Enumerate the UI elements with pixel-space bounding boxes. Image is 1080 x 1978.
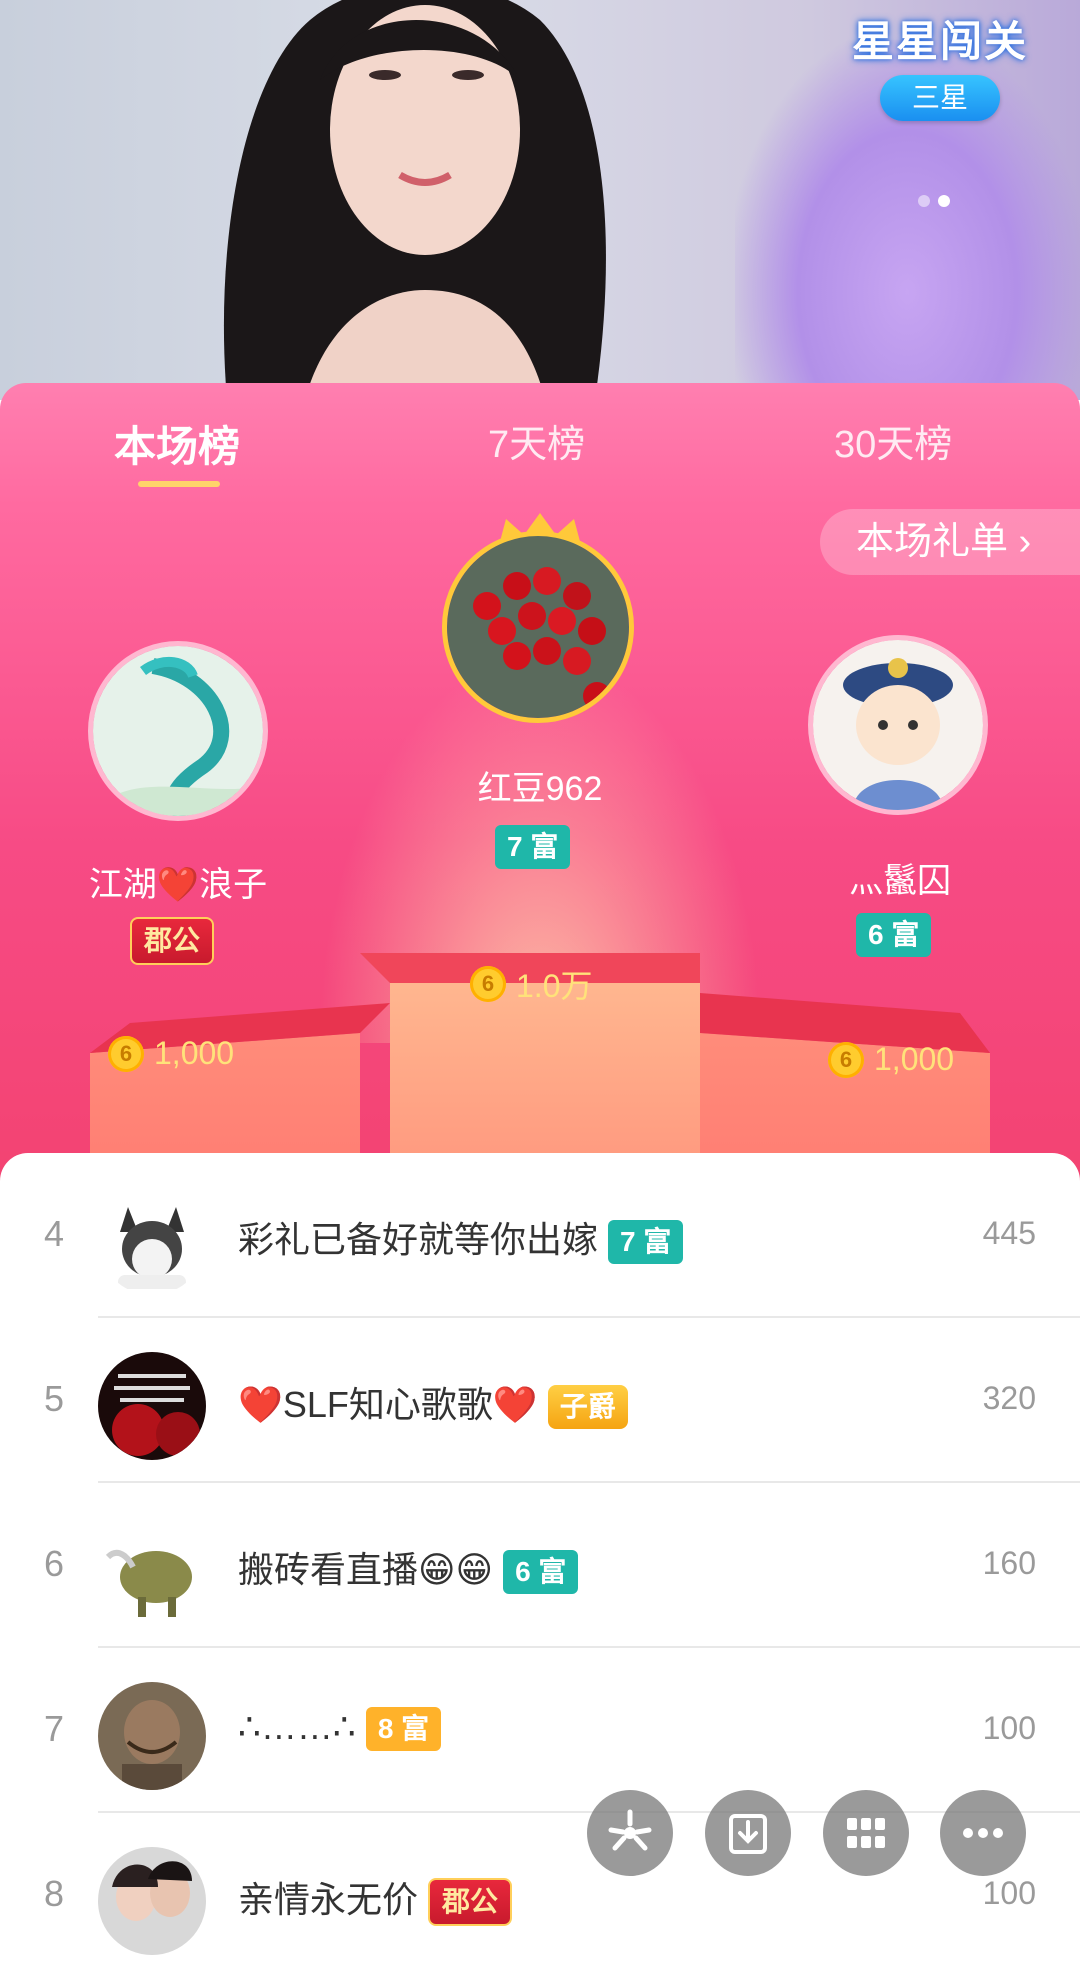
streamer-image xyxy=(223,0,606,400)
dragon-image xyxy=(93,646,263,816)
couple-photo-image xyxy=(98,1847,206,1955)
avatar[interactable] xyxy=(98,1352,206,1460)
rank-2-score-value: 1,000 xyxy=(154,1035,235,1072)
list-user: ❤️SLF知心歌歌❤️ 子爵 xyxy=(238,1376,628,1430)
tab-7-days[interactable]: 7天榜 xyxy=(488,413,585,468)
tab-30-days[interactable]: 30天榜 xyxy=(834,413,952,468)
menu-grid-button[interactable] xyxy=(823,1790,909,1876)
list-username[interactable]: 搬砖看直播😁😁 xyxy=(238,1549,493,1590)
wealth-badge: 7 富 xyxy=(608,1220,684,1265)
list-value: 100 xyxy=(982,1710,1036,1746)
list-item[interactable]: 5 ❤️SLF知心歌歌❤️ 子爵 320 xyxy=(0,1318,1080,1483)
avatar[interactable] xyxy=(98,1847,206,1955)
download-icon xyxy=(729,1814,767,1854)
list-username[interactable]: 彩礼已备好就等你出嫁 xyxy=(238,1219,598,1260)
wealth-badge: 6 富 xyxy=(503,1550,579,1595)
rank-3-score: 6 1,000 xyxy=(828,1039,954,1078)
ranking-tabs: 本场榜 7天榜 30天榜 xyxy=(0,383,1080,511)
list-item[interactable]: 7 ∴……∴ 8 富 100 xyxy=(0,1648,1080,1813)
game-badge[interactable]: 星星闯关 三星 xyxy=(845,8,1035,121)
coin-icon: 6 xyxy=(828,1041,864,1078)
red-beans-image xyxy=(447,536,629,718)
list-value: 100 xyxy=(982,1875,1036,1911)
list-rank: 8 xyxy=(44,1873,65,1914)
avatar[interactable] xyxy=(98,1517,206,1625)
rose-text-image xyxy=(98,1352,206,1460)
coin-icon: 6 xyxy=(470,966,506,1002)
live-video[interactable]: 星星闯关 三星 xyxy=(0,0,1080,400)
share-icon xyxy=(608,1809,652,1851)
noble-badge: 子爵 xyxy=(547,1385,628,1430)
list-username[interactable]: 亲情永无价 xyxy=(238,1879,418,1920)
avatar[interactable] xyxy=(98,1682,206,1790)
avatar-rank-3[interactable] xyxy=(808,635,988,815)
game-badge-star: 三星 xyxy=(880,75,1000,121)
list-user: 亲情永无价 郡公 xyxy=(238,1871,513,1927)
rank-2-score: 6 1,000 xyxy=(108,1033,234,1072)
carousel-indicator xyxy=(918,194,958,212)
gift-list-button[interactable]: 本场礼单 › xyxy=(820,509,1080,575)
list-rank: 5 xyxy=(44,1378,65,1419)
list-rank: 7 xyxy=(44,1708,65,1749)
share-button[interactable] xyxy=(587,1790,673,1876)
list-value: 445 xyxy=(982,1215,1036,1251)
rank-1-score-value: 1.0万 xyxy=(516,968,593,1004)
cartoon-official-image xyxy=(813,640,983,810)
pager-dot xyxy=(918,195,930,207)
rank-1-name[interactable]: 红豆962 xyxy=(390,761,690,810)
noble-badge: 郡公 xyxy=(428,1878,513,1927)
list-user: 彩礼已备好就等你出嫁 7 富 xyxy=(238,1211,684,1265)
ranking-list[interactable]: 4 彩礼已备好就等你出嫁 7 富 445 5 ❤️SLF知心歌歌❤️ 子爵 32… xyxy=(0,1153,1080,1955)
grid-icon xyxy=(847,1818,885,1848)
pager-dot-active xyxy=(938,195,950,207)
rank-1-score: 6 1.0万 xyxy=(470,961,593,1007)
tab-this-session[interactable]: 本场榜 xyxy=(114,413,240,474)
avatar[interactable] xyxy=(98,1187,206,1295)
download-button[interactable] xyxy=(705,1790,791,1876)
rank-3-score-value: 1,000 xyxy=(874,1041,955,1078)
list-item[interactable]: 6 搬砖看直播😁😁 6 富 160 xyxy=(0,1483,1080,1648)
list-value: 160 xyxy=(982,1545,1036,1581)
list-item[interactable]: 4 彩礼已备好就等你出嫁 7 富 445 xyxy=(0,1153,1080,1318)
avatar-rank-1[interactable] xyxy=(442,531,634,723)
coin-icon: 6 xyxy=(108,1035,144,1072)
list-rank: 6 xyxy=(44,1543,65,1584)
list-user: 搬砖看直播😁😁 6 富 xyxy=(238,1541,579,1595)
more-icon xyxy=(963,1828,1003,1838)
active-tab-indicator xyxy=(138,481,220,487)
list-item[interactable]: 8 亲情永无价 郡公 100 xyxy=(0,1813,1080,1978)
avatar-rank-2[interactable] xyxy=(88,641,268,821)
husky-image xyxy=(98,1187,206,1295)
bull-figure-image xyxy=(98,1517,206,1625)
list-user: ∴……∴ 8 富 xyxy=(238,1706,442,1752)
wealth-badge: 8 富 xyxy=(365,1707,442,1752)
list-value: 320 xyxy=(982,1380,1036,1416)
list-username[interactable]: ∴……∴ xyxy=(238,1706,356,1747)
game-badge-title: 星星闯关 xyxy=(851,17,1028,66)
more-button[interactable] xyxy=(940,1790,1026,1876)
child-photo-image xyxy=(98,1682,206,1790)
rank-1-wealth-badge: 7 富 xyxy=(495,825,571,869)
list-username[interactable]: ❤️SLF知心歌歌❤️ xyxy=(238,1384,538,1425)
list-rank: 4 xyxy=(44,1213,65,1254)
rank-1-badge-wrap: 7 富 xyxy=(495,825,571,869)
